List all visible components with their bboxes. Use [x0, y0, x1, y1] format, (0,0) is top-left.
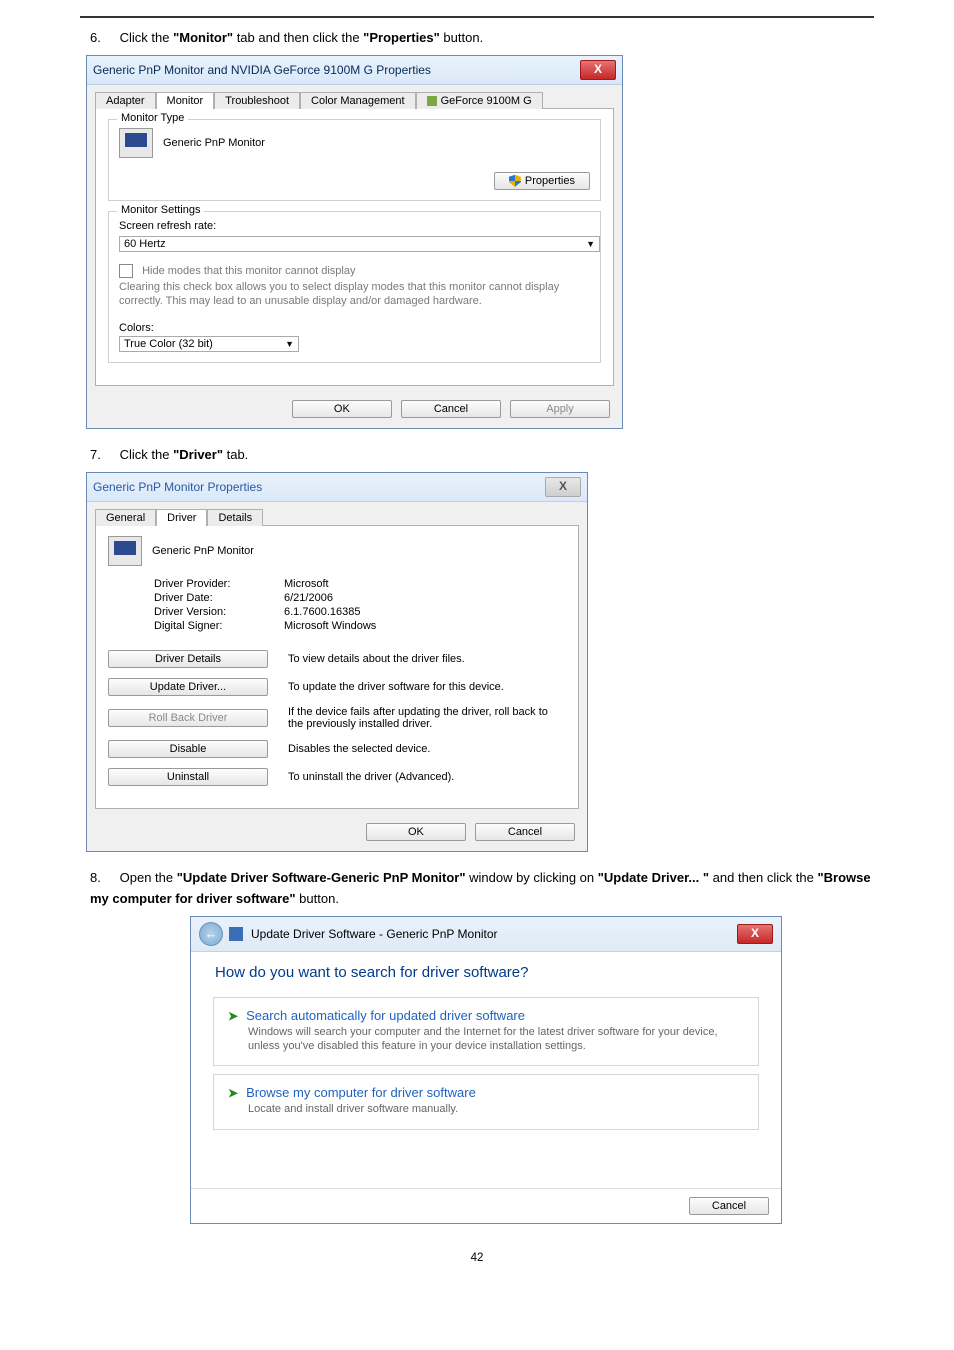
refresh-rate-select[interactable]: 60 Hertz▼	[119, 236, 600, 252]
colors-select[interactable]: True Color (32 bit)▼	[119, 336, 299, 352]
page-number: 42	[80, 1252, 874, 1264]
arrow-right-icon: ➤	[228, 1009, 238, 1023]
driver-date-label: Driver Date:	[154, 592, 284, 604]
update-driver-wizard: ← Update Driver Software - Generic PnP M…	[190, 916, 782, 1224]
driver-date-value: 6/21/2006	[284, 592, 333, 604]
hide-modes-checkbox[interactable]	[119, 264, 133, 278]
properties-button[interactable]: Properties	[494, 172, 590, 190]
driver-provider-value: Microsoft	[284, 578, 329, 590]
disable-desc: Disables the selected device.	[288, 743, 566, 755]
driver-version-value: 6.1.7600.16385	[284, 606, 360, 618]
monitor-type-group: Monitor Type Generic PnP Monitor Propert…	[108, 119, 601, 201]
digital-signer-label: Digital Signer:	[154, 620, 284, 632]
monitor-icon	[119, 128, 153, 158]
tab-troubleshoot[interactable]: Troubleshoot	[214, 92, 300, 109]
arrow-right-icon: ➤	[228, 1086, 238, 1100]
cancel-button[interactable]: Cancel	[475, 823, 575, 841]
monitor-settings-legend: Monitor Settings	[117, 204, 204, 216]
driver-details-desc: To view details about the driver files.	[288, 653, 566, 665]
ok-button[interactable]: OK	[292, 400, 392, 418]
monitor-settings-group: Monitor Settings Screen refresh rate: 60…	[108, 211, 601, 364]
step-6-text: 6. Click the "Monitor" tab and then clic…	[90, 28, 874, 49]
option-search-automatically[interactable]: ➤ Search automatically for updated driver…	[213, 997, 759, 1067]
chevron-down-icon: ▼	[586, 239, 595, 249]
apply-button: Apply	[510, 400, 610, 418]
step-7-text: 7. Click the "Driver" tab.	[90, 445, 874, 466]
option-browse-computer[interactable]: ➤Browse my computer for driver software …	[213, 1074, 759, 1129]
dialog-titlebar: Generic PnP Monitor Properties X	[87, 473, 587, 502]
hide-modes-label: Hide modes that this monitor cannot disp…	[142, 265, 355, 277]
option-1-subtitle: Windows will search your computer and th…	[248, 1025, 744, 1054]
tab-driver[interactable]: Driver	[156, 509, 207, 526]
disable-button[interactable]: Disable	[108, 740, 268, 758]
close-icon[interactable]: X	[545, 477, 581, 497]
driver-properties-dialog: Generic PnP Monitor Properties X General…	[86, 472, 588, 852]
back-icon[interactable]: ←	[199, 922, 223, 946]
dialog-titlebar: Generic PnP Monitor and NVIDIA GeForce 9…	[87, 56, 622, 85]
digital-signer-value: Microsoft Windows	[284, 620, 376, 632]
cancel-button[interactable]: Cancel	[401, 400, 501, 418]
driver-details-button[interactable]: Driver Details	[108, 650, 268, 668]
monitor-type-legend: Monitor Type	[117, 112, 188, 124]
uninstall-button[interactable]: Uninstall	[108, 768, 268, 786]
cancel-button[interactable]: Cancel	[689, 1197, 769, 1215]
update-driver-button[interactable]: Update Driver...	[108, 678, 268, 696]
hide-modes-description: Clearing this check box allows you to se…	[119, 280, 590, 309]
app-icon	[229, 927, 243, 941]
step-8-text: 8. Open the "Update Driver Software-Gene…	[90, 868, 874, 910]
tab-monitor[interactable]: Monitor	[156, 92, 215, 109]
uninstall-desc: To uninstall the driver (Advanced).	[288, 771, 566, 783]
tab-general[interactable]: General	[95, 509, 156, 526]
wizard-title: Update Driver Software - Generic PnP Mon…	[251, 927, 498, 941]
roll-back-driver-desc: If the device fails after updating the d…	[288, 706, 566, 730]
ok-button[interactable]: OK	[366, 823, 466, 841]
dialog-title: Generic PnP Monitor and NVIDIA GeForce 9…	[93, 63, 431, 77]
tab-adapter[interactable]: Adapter	[95, 92, 156, 109]
wizard-heading: How do you want to search for driver sof…	[215, 964, 759, 981]
monitor-properties-dialog: Generic PnP Monitor and NVIDIA GeForce 9…	[86, 55, 623, 430]
dialog-title: Generic PnP Monitor Properties	[93, 480, 262, 494]
colors-label: Colors:	[119, 322, 590, 334]
tab-details[interactable]: Details	[207, 509, 263, 526]
close-icon[interactable]: X	[737, 924, 773, 944]
tab-gpu[interactable]: GeForce 9100M G	[416, 92, 543, 109]
monitor-name: Generic PnP Monitor	[163, 137, 265, 149]
option-2-title: Browse my computer for driver software	[246, 1085, 476, 1100]
wizard-titlebar: ← Update Driver Software - Generic PnP M…	[191, 917, 781, 952]
refresh-rate-label: Screen refresh rate:	[119, 220, 590, 232]
nvidia-icon	[427, 96, 437, 106]
driver-version-label: Driver Version:	[154, 606, 284, 618]
driver-provider-label: Driver Provider:	[154, 578, 284, 590]
device-name: Generic PnP Monitor	[152, 545, 254, 557]
option-1-title: Search automatically for updated driver …	[246, 1008, 525, 1023]
option-2-subtitle: Locate and install driver software manua…	[248, 1102, 744, 1116]
roll-back-driver-button: Roll Back Driver	[108, 709, 268, 727]
tab-color-management[interactable]: Color Management	[300, 92, 416, 109]
shield-icon	[509, 175, 521, 187]
chevron-down-icon: ▼	[285, 339, 294, 349]
close-icon[interactable]: X	[580, 60, 616, 80]
tab-strip: Adapter Monitor Troubleshoot Color Manag…	[87, 85, 622, 108]
monitor-icon	[108, 536, 142, 566]
page-top-rule	[80, 16, 874, 18]
update-driver-desc: To update the driver software for this d…	[288, 681, 566, 693]
